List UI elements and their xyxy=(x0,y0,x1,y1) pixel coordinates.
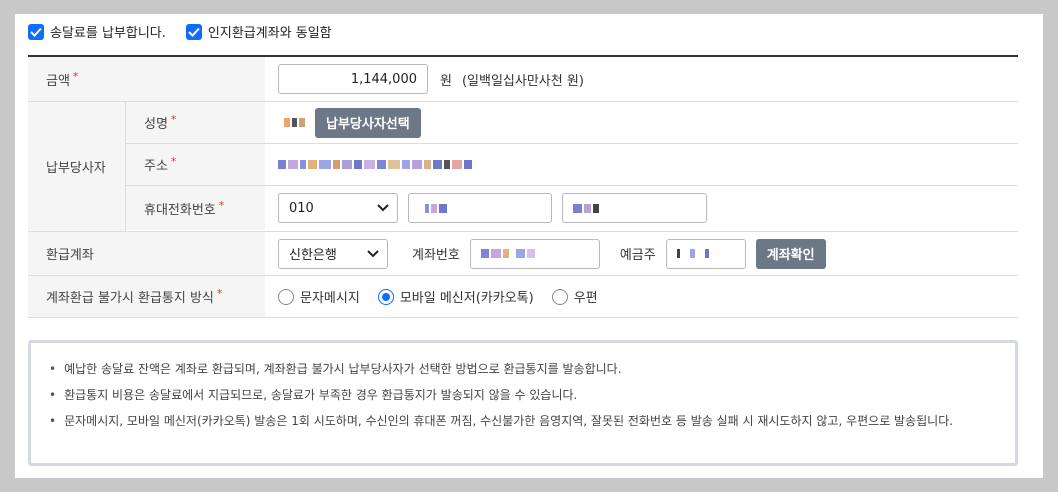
payment-panel: 송달료를 납부합니다. 인지환급계좌와 동일함 금액* 원 (일백일십사만사천 … xyxy=(15,14,1043,478)
payer-address-label-text: 주소 xyxy=(144,159,168,174)
form-table: 금액* 원 (일백일십사만사천 원) 납부당사자 성명* xyxy=(28,55,1018,318)
notify-method-label: 계좌환급 불가시 환급통지 방식 * xyxy=(28,276,265,317)
same-as-stamp-refund-checkbox[interactable]: 인지환급계좌와 동일함 xyxy=(185,22,332,41)
payer-phone-cell: 010 xyxy=(265,186,707,230)
payer-group-row: 납부당사자 성명 * 납부당사자선택 주소 * 휴대전화번호 * 010 xyxy=(28,102,1018,232)
payer-phone-label: 휴대전화번호 * xyxy=(126,186,265,230)
payer-name-cell: 납부당사자선택 xyxy=(265,102,421,143)
notify-option-kakaotalk[interactable]: 모바일 메신저(카카오톡) xyxy=(377,287,534,306)
payer-name-label: 성명 * xyxy=(126,102,265,143)
notice-item: 문자메시지, 모바일 메신저(카카오톡) 발송은 1회 시도하며, 수신인의 휴… xyxy=(49,415,1015,428)
account-holder-label: 예금주 xyxy=(619,248,656,263)
account-number-label: 계좌번호 xyxy=(412,248,460,263)
radio-label: 문자메시지 xyxy=(300,291,360,306)
select-payer-button[interactable]: 납부당사자선택 xyxy=(315,107,421,138)
refund-account-row: 환급계좌 신한은행 계좌번호 예금주 계좌확인 xyxy=(28,232,1018,276)
checkbox-label: 송달료를 납부합니다. xyxy=(50,26,166,41)
notify-option-sms[interactable]: 문자메시지 xyxy=(278,287,360,306)
payer-address-cell xyxy=(265,144,472,185)
amount-input[interactable] xyxy=(278,64,428,94)
checkbox-checked-icon xyxy=(185,23,202,40)
account-holder-input[interactable] xyxy=(665,238,746,269)
chevron-down-icon xyxy=(367,249,379,257)
payer-phone-label-text: 휴대전화번호 xyxy=(144,202,216,218)
phone-prefix-select[interactable]: 010 xyxy=(278,193,398,223)
bank-select[interactable]: 신한은행 xyxy=(278,238,388,269)
amount-row: 금액* 원 (일백일십사만사천 원) xyxy=(28,57,1018,102)
bank-value: 신한은행 xyxy=(289,248,337,263)
payer-address-label: 주소 * xyxy=(126,144,265,185)
amount-label: 금액 * xyxy=(28,57,265,101)
redacted-name xyxy=(284,118,305,127)
phone-last-input[interactable] xyxy=(562,193,707,223)
payer-phone-row: 휴대전화번호 * 010 xyxy=(126,186,1018,230)
amount-value-cell: 원 (일백일십사만사천 원) xyxy=(265,57,584,101)
required-mark: * xyxy=(216,287,223,300)
phone-middle-input[interactable] xyxy=(408,193,552,223)
amount-unit: 원 xyxy=(440,73,452,89)
redacted-account-number xyxy=(480,249,535,258)
redacted-phone-last xyxy=(573,203,599,213)
required-mark: * xyxy=(72,69,79,83)
account-number-input[interactable] xyxy=(469,238,600,269)
radio-selected-icon xyxy=(377,288,394,305)
payer-address-row: 주소 * xyxy=(126,144,1018,186)
notify-option-mail[interactable]: 우편 xyxy=(551,287,598,306)
radio-label: 모바일 메신저(카카오톡) xyxy=(399,291,534,306)
redacted-phone-middle xyxy=(425,203,447,213)
radio-unselected-icon xyxy=(551,288,568,305)
refund-account-cell: 신한은행 계좌번호 예금주 계좌확인 xyxy=(265,232,826,275)
redacted-address xyxy=(278,160,472,169)
required-mark: * xyxy=(170,155,177,168)
payer-name-row: 성명 * 납부당사자선택 xyxy=(126,102,1018,144)
amount-label-text: 금액 xyxy=(46,73,70,89)
notice-box: 예납한 송달료 잔액은 계좌로 환급되며, 계좌환급 불가시 납부당사자가 선택… xyxy=(28,340,1018,466)
phone-prefix-value: 010 xyxy=(289,200,314,216)
notify-method-cell: 문자메시지 모바일 메신저(카카오톡) 우편 xyxy=(265,276,616,317)
notify-method-row: 계좌환급 불가시 환급통지 방식 * 문자메시지 모바일 메신저(카카오톡) 우편 xyxy=(28,276,1018,318)
refund-account-label: 환급계좌 xyxy=(28,232,265,275)
top-checkbox-group: 송달료를 납부합니다. 인지환급계좌와 동일함 xyxy=(28,22,352,41)
radio-label: 우편 xyxy=(573,291,598,306)
redacted-account-holder xyxy=(676,249,709,258)
amount-korean-text: (일백일십사만사천 원) xyxy=(461,73,584,89)
checkbox-label: 인지환급계좌와 동일함 xyxy=(207,26,332,41)
required-mark: * xyxy=(218,198,225,212)
payer-name-label-text: 성명 xyxy=(144,117,168,132)
radio-unselected-icon xyxy=(278,288,294,305)
checkbox-checked-icon xyxy=(28,23,44,40)
confirm-account-button[interactable]: 계좌확인 xyxy=(755,238,826,269)
chevron-down-icon xyxy=(377,204,389,212)
pay-delivery-fee-checkbox[interactable]: 송달료를 납부합니다. xyxy=(28,22,166,41)
payer-group-label: 납부당사자 xyxy=(28,102,126,231)
required-mark: * xyxy=(170,113,177,126)
notice-item: 환급통지 비용은 송달료에서 지급되므로, 송달료가 부족한 경우 환급통지가 … xyxy=(49,389,1015,402)
notice-item: 예납한 송달료 잔액은 계좌로 환급되며, 계좌환급 불가시 납부당사자가 선택… xyxy=(49,363,1015,376)
payer-subrows: 성명 * 납부당사자선택 주소 * 휴대전화번호 * 010 xyxy=(126,102,1018,231)
notify-method-label-text: 계좌환급 불가시 환급통지 방식 xyxy=(46,291,214,306)
